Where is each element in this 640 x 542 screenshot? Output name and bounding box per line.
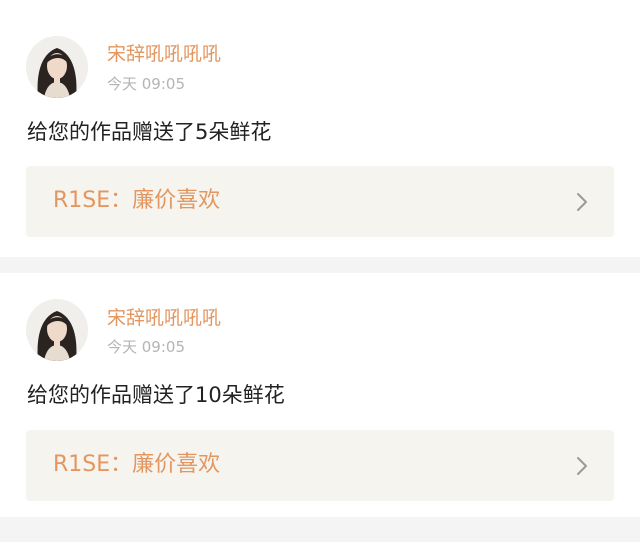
timestamp: 今天 09:05 bbox=[107, 338, 185, 356]
timestamp: 今天 09:05 bbox=[107, 75, 185, 93]
notification-card: 宋辞吼吼吼吼 今天 09:05 给您的作品赠送了5朵鲜花 R1SE：廉价喜欢 bbox=[0, 0, 640, 257]
work-link-card[interactable]: R1SE：廉价喜欢 bbox=[26, 166, 614, 237]
avatar-portrait-icon bbox=[26, 36, 88, 98]
notification-message: 给您的作品赠送了10朵鲜花 bbox=[27, 383, 285, 407]
notification-message: 给您的作品赠送了5朵鲜花 bbox=[27, 120, 272, 144]
avatar-portrait-icon bbox=[26, 299, 88, 361]
work-title: R1SE：廉价喜欢 bbox=[53, 188, 221, 213]
username[interactable]: 宋辞吼吼吼吼 bbox=[107, 43, 221, 65]
notification-screen: 宋辞吼吼吼吼 今天 09:05 给您的作品赠送了5朵鲜花 R1SE：廉价喜欢 宋… bbox=[0, 0, 640, 542]
username[interactable]: 宋辞吼吼吼吼 bbox=[107, 307, 221, 329]
work-link-card[interactable]: R1SE：廉价喜欢 bbox=[26, 430, 614, 501]
user-avatar[interactable] bbox=[26, 36, 88, 98]
work-title: R1SE：廉价喜欢 bbox=[53, 452, 221, 477]
chevron-right-icon bbox=[577, 193, 587, 211]
user-avatar[interactable] bbox=[26, 299, 88, 361]
chevron-right-icon bbox=[577, 457, 587, 475]
notification-card: 宋辞吼吼吼吼 今天 09:05 给您的作品赠送了10朵鲜花 R1SE：廉价喜欢 bbox=[0, 273, 640, 517]
